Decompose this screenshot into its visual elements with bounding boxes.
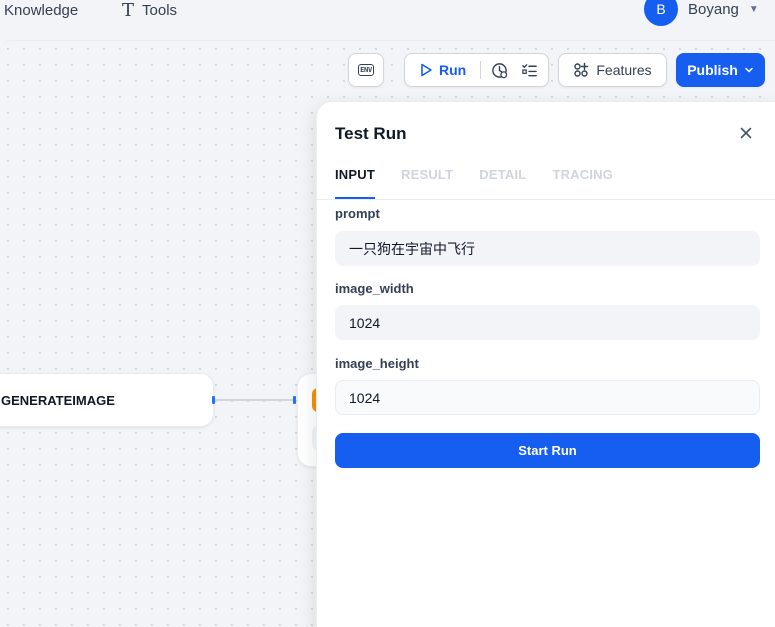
user-menu[interactable]: B Boyang ▼	[644, 0, 759, 26]
chevron-down-icon: ▼	[748, 3, 759, 15]
tab-detail[interactable]: DETAIL	[479, 162, 526, 199]
nav-knowledge[interactable]: Knowledge	[4, 0, 78, 20]
env-icon: ENV	[358, 64, 374, 76]
close-icon	[740, 127, 752, 139]
publish-label: Publish	[687, 62, 738, 78]
run-button[interactable]: Run	[411, 54, 474, 86]
start-run-button[interactable]: Start Run	[335, 433, 760, 468]
user-name: Boyang	[688, 0, 739, 18]
workflow-node-generateimage[interactable]: GENERATEIMAGE	[0, 373, 214, 427]
tab-input[interactable]: INPUT	[335, 162, 375, 199]
tools-icon: T	[122, 0, 135, 21]
panel-title: Test Run	[335, 124, 407, 143]
tab-divider	[317, 199, 775, 200]
checklist-icon	[521, 63, 537, 76]
run-toolbar-group: Run	[404, 53, 549, 87]
features-label: Features	[596, 62, 652, 78]
features-button[interactable]: Features	[558, 53, 667, 87]
workflow-edge[interactable]	[215, 399, 295, 401]
tab-tracing[interactable]: TRACING	[552, 162, 613, 199]
nav-tools-label: Tools	[142, 1, 178, 19]
top-navigation: Knowledge T Tools B Boyang ▼	[0, 0, 775, 40]
image-height-label: image_height	[335, 356, 419, 371]
node-input-handle[interactable]	[293, 396, 296, 404]
tab-result[interactable]: RESULT	[401, 162, 453, 199]
nav-knowledge-label: Knowledge	[4, 1, 79, 19]
avatar: B	[644, 0, 678, 26]
image-height-input[interactable]: 1024	[335, 380, 760, 415]
publish-button[interactable]: Publish	[676, 53, 765, 87]
run-label: Run	[439, 62, 467, 78]
nav-tools[interactable]: T Tools	[122, 0, 178, 21]
chevron-down-icon	[745, 67, 753, 73]
checklist-button[interactable]	[517, 56, 542, 84]
close-button[interactable]	[737, 124, 755, 142]
image-width-input[interactable]: 1024	[335, 305, 760, 340]
prompt-label: prompt	[335, 206, 380, 221]
play-icon	[421, 63, 432, 77]
panel-tabs: INPUT RESULT DETAIL TRACING	[335, 162, 639, 199]
test-run-panel: Test Run INPUT RESULT DETAIL TRACING pro…	[316, 101, 775, 627]
prompt-input[interactable]: 一只狗在宇宙中飞行	[335, 231, 760, 266]
history-clock-icon	[492, 62, 508, 78]
features-icon	[574, 62, 589, 77]
run-history-button[interactable]	[487, 56, 512, 84]
node-title: GENERATEIMAGE	[1, 392, 115, 408]
image-width-label: image_width	[335, 281, 414, 296]
env-button[interactable]: ENV	[348, 53, 384, 87]
toolbar-divider	[480, 61, 482, 79]
